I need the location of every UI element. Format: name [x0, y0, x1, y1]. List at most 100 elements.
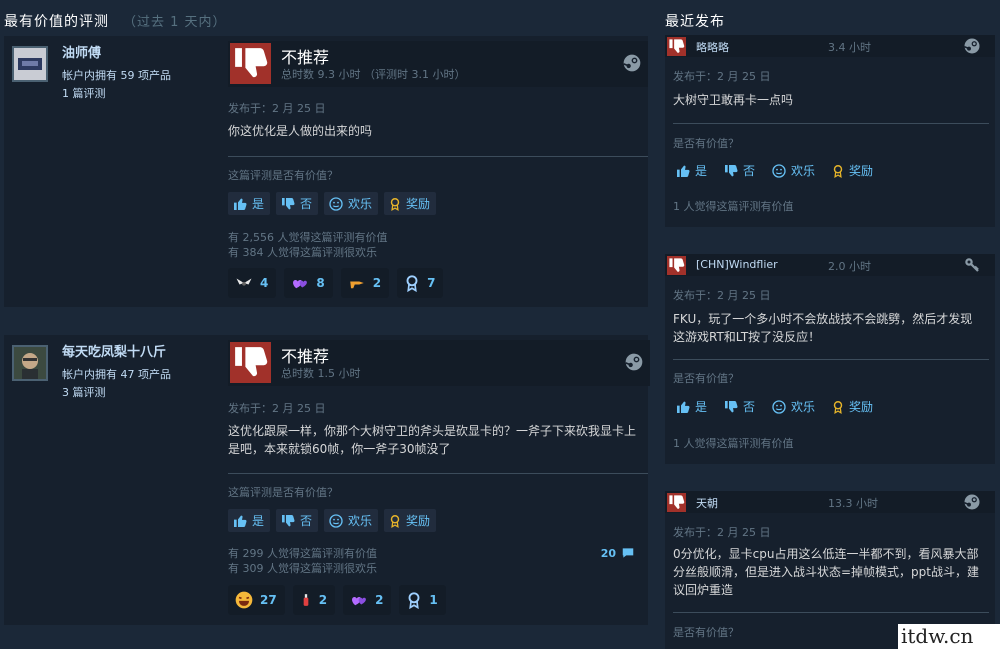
vote-funny-button[interactable]: 欢乐 [324, 509, 379, 532]
medal-icon [388, 513, 402, 529]
medal-icon [388, 196, 402, 212]
vote-no-button[interactable]: 否 [723, 162, 755, 179]
award-button[interactable]: 奖励 [831, 162, 873, 179]
review-text: 你这优化是人做的出来的吗 [228, 124, 373, 138]
vote-funny-button[interactable]: 欢乐 [324, 192, 379, 215]
award-count: 2 [372, 276, 382, 290]
thumb-down-badge [230, 342, 271, 383]
vote-no-label: 否 [300, 514, 313, 528]
thumb-down-icon [667, 493, 686, 512]
vote-funny-button[interactable]: 欢乐 [771, 398, 815, 415]
author-review-count[interactable]: 3 篇评测 [62, 384, 106, 400]
author-name[interactable]: 每天吃凤梨十八斤 [62, 341, 166, 360]
vote-funny-button[interactable]: 欢乐 [771, 162, 815, 179]
review-verdict-bar[interactable]: 不推荐 总时数 1.5 小时 [228, 340, 650, 386]
helpful-question: 是否有价值？ [673, 372, 739, 385]
stat-helpful: 1 人觉得这篇评测有价值 [673, 200, 794, 213]
recent-header: 最近发布 [665, 14, 725, 30]
vote-buttons: 是 否 欢乐 奖励 [675, 162, 873, 179]
vote-yes-label: 是 [252, 514, 265, 528]
awards-row: 27 2 2 1 [228, 585, 446, 615]
most-helpful-title: 最有价值的评测 [4, 14, 109, 30]
recent-review-header[interactable]: 天朝 13.3 小时 [665, 491, 995, 513]
medal-icon [403, 273, 421, 293]
vote-yes-label: 是 [695, 400, 708, 414]
watermark: itdw.cn [898, 624, 1000, 649]
vote-yes-label: 是 [252, 197, 265, 211]
recent-review-header[interactable]: 略略略 3.4 小时 [665, 35, 995, 57]
helpful-question: 是否有价值？ [673, 626, 739, 639]
thumb-up-icon [675, 163, 691, 179]
stat-funny: 有 384 人觉得这篇评测很欢乐 [228, 246, 377, 259]
thumb-down-icon [280, 196, 296, 212]
recent-review-card: [CHN]Windflier 2.0 小时 发布于：2 月 25 日 FKU，玩… [665, 254, 995, 464]
avatar[interactable] [12, 345, 48, 381]
vote-no-label: 否 [743, 164, 756, 178]
thumb-down-icon [723, 399, 739, 415]
vote-no-button[interactable]: 否 [276, 509, 319, 532]
award-badge[interactable]: 1 [399, 585, 446, 615]
stat-helpful: 有 2,556 人觉得这篇评测有价值 [228, 231, 388, 244]
award-badge[interactable]: 27 [228, 585, 285, 615]
vote-yes-button[interactable]: 是 [228, 509, 271, 532]
divider [228, 473, 648, 474]
vote-no-button[interactable]: 否 [723, 398, 755, 415]
thumb-down-icon [667, 256, 686, 275]
vote-buttons: 是 否 欢乐 奖励 [228, 509, 437, 532]
award-badge[interactable]: 2 [343, 585, 392, 615]
award-badge[interactable]: 7 [397, 268, 444, 298]
posted-date: 发布于：2 月 25 日 [673, 70, 771, 83]
review-text: FKU，玩了一个多小时不会放战技不会跳劈，然后才发现这游戏RT和LT按了没反应！ [673, 312, 973, 344]
vote-funny-label: 欢乐 [791, 164, 816, 178]
author-name[interactable]: 略略略 [696, 39, 729, 55]
recent-review-header[interactable]: [CHN]Windflier 2.0 小时 [665, 254, 995, 276]
review-stats: 有 299 人觉得这篇评测有价值 有 309 人觉得这篇评测很欢乐 [228, 546, 377, 576]
award-badge[interactable]: 4 [228, 268, 277, 298]
most-helpful-period: （过去 1 天内） [123, 15, 227, 30]
verdict-label: 不推荐 [281, 48, 330, 67]
awards-row: 4 8 2 7 [228, 268, 444, 298]
thumb-down-badge [230, 43, 271, 84]
author-products[interactable]: 帐户内拥有 47 项产品 [62, 366, 171, 382]
divider [673, 123, 989, 124]
key-icon [963, 256, 981, 274]
award-button[interactable]: 奖励 [384, 192, 437, 215]
divider [673, 612, 989, 613]
vote-yes-button[interactable]: 是 [675, 398, 707, 415]
author-name[interactable]: 油师傅 [62, 42, 101, 61]
vote-buttons: 是 否 欢乐 奖励 [228, 192, 437, 215]
avatar[interactable] [12, 46, 48, 82]
vote-no-button[interactable]: 否 [276, 192, 319, 215]
medal-icon [405, 590, 423, 610]
vote-yes-button[interactable]: 是 [675, 162, 707, 179]
thumb-down-badge [667, 37, 686, 56]
award-badge[interactable]: 2 [340, 268, 390, 298]
award-button[interactable]: 奖励 [384, 509, 437, 532]
author-name[interactable]: [CHN]Windflier [696, 258, 778, 271]
award-count: 7 [427, 276, 436, 290]
divider [673, 359, 989, 360]
vote-no-label: 否 [300, 197, 313, 211]
review-verdict-bar[interactable]: 不推荐 总时数 9.3 小时 （评测时 3.1 小时） [228, 41, 648, 87]
helpful-question: 是否有价值？ [673, 137, 739, 150]
vote-yes-button[interactable]: 是 [228, 192, 271, 215]
steam-icon [963, 37, 981, 55]
award-label: 奖励 [406, 197, 431, 211]
award-badge[interactable]: 2 [292, 585, 336, 615]
author-review-count[interactable]: 1 篇评测 [62, 85, 106, 101]
vote-funny-label: 欢乐 [348, 197, 373, 211]
thumb-down-icon [280, 513, 296, 529]
author-name[interactable]: 天朝 [696, 495, 718, 511]
review-text: 大树守卫敢再卡一点吗 [673, 93, 794, 107]
author-products[interactable]: 帐户内拥有 59 项产品 [62, 67, 171, 83]
award-count: 4 [260, 276, 269, 290]
comments-link[interactable]: 20 [601, 546, 636, 560]
smiley-icon [771, 163, 787, 179]
award-button[interactable]: 奖励 [831, 398, 873, 415]
award-label: 奖励 [849, 400, 874, 414]
helpful-question: 这篇评测是否有价值？ [228, 486, 338, 499]
award-badge[interactable]: 8 [284, 268, 333, 298]
thumb-up-icon [232, 513, 248, 529]
thumb-up-icon [232, 196, 248, 212]
award-count: 8 [316, 276, 325, 290]
